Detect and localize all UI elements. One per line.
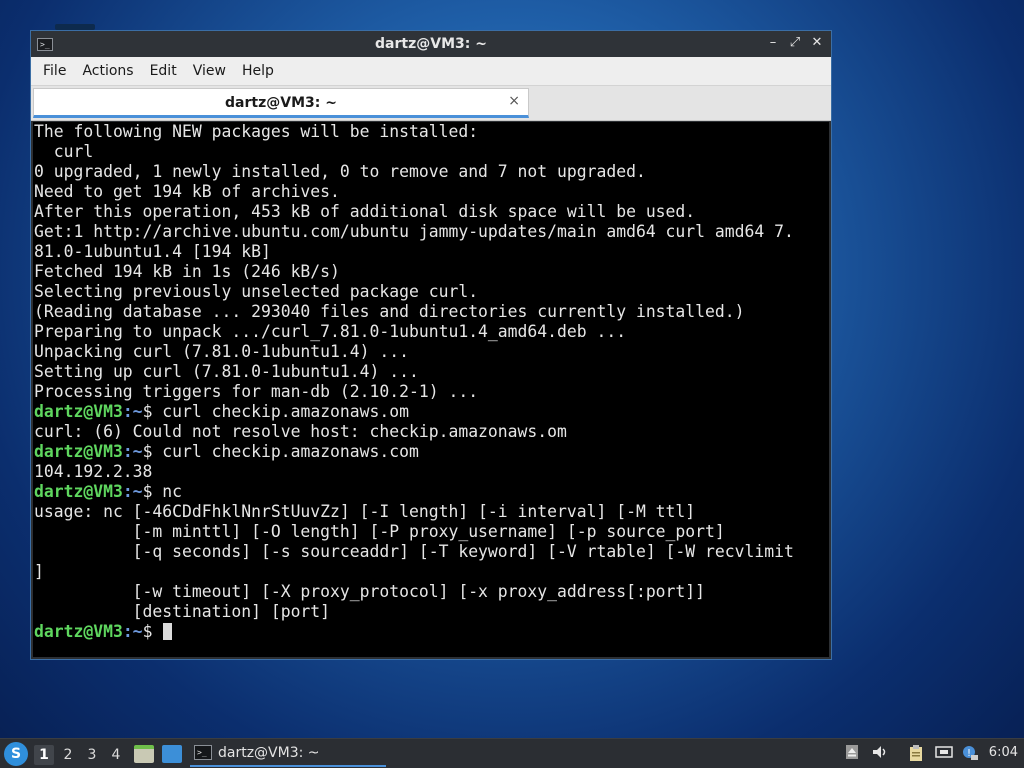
terminal-output-line: [-q seconds] [-s sourceaddr] [-T keyword… bbox=[34, 542, 794, 561]
tab-label: dartz@VM3: ~ bbox=[225, 95, 337, 111]
minimize-button[interactable]: – bbox=[765, 35, 781, 51]
clock[interactable]: 6:04 bbox=[989, 745, 1018, 760]
terminal-command-line: dartz@VM3:~$ curl checkip.amazonaws.om bbox=[33, 402, 829, 422]
command-text: curl checkip.amazonaws.om bbox=[152, 402, 410, 421]
window-title: dartz@VM3: ~ bbox=[375, 36, 487, 52]
terminal-output-line: 104.192.2.38 bbox=[34, 462, 153, 481]
terminal-output-line: Processing triggers for man-db (2.10.2-1… bbox=[34, 382, 479, 401]
prompt-sign: $ bbox=[142, 482, 153, 501]
terminal-output-line: [-w timeout] [-X proxy_protocol] [-x pro… bbox=[34, 582, 706, 601]
updates-icon[interactable]: ! bbox=[960, 744, 980, 764]
prompt-sign: $ bbox=[142, 402, 153, 421]
terminal-output-line: Need to get 194 kB of archives. bbox=[34, 182, 340, 201]
terminal-icon: >_ bbox=[194, 745, 212, 760]
prompt-user: dartz@VM3 bbox=[34, 482, 123, 501]
eject-icon[interactable] bbox=[844, 744, 860, 764]
terminal-command-line: dartz@VM3:~$ curl checkip.amazonaws.com bbox=[33, 442, 829, 462]
workspace-1[interactable]: 1 bbox=[34, 745, 54, 765]
volume-icon[interactable] bbox=[870, 744, 890, 764]
svg-text:!: ! bbox=[967, 748, 971, 759]
terminal-output-line: Preparing to unpack .../curl_7.81.0-1ubu… bbox=[34, 322, 627, 341]
network-icon[interactable] bbox=[934, 744, 954, 764]
prompt-path: :~ bbox=[122, 442, 143, 461]
terminal-output-line: curl bbox=[34, 142, 94, 161]
command-text: curl checkip.amazonaws.com bbox=[152, 442, 419, 461]
file-manager-icon[interactable] bbox=[134, 745, 154, 763]
terminal-output-line: usage: nc [-46CDdFhklNnrStUuvZz] [-I len… bbox=[34, 502, 696, 521]
terminal-output-line: Setting up curl (7.81.0-1ubuntu1.4) ... bbox=[34, 362, 419, 381]
tab-bar: dartz@VM3: ~ × bbox=[31, 86, 831, 121]
prompt-user: dartz@VM3 bbox=[34, 622, 123, 641]
terminal-output-line: (Reading database ... 293040 files and d… bbox=[34, 302, 745, 321]
menu-help[interactable]: Help bbox=[234, 63, 282, 79]
taskbar-terminal-button[interactable]: >_ dartz@VM3: ~ bbox=[190, 740, 386, 767]
terminal-output-line: ] bbox=[34, 562, 44, 581]
prompt-user: dartz@VM3 bbox=[34, 442, 123, 461]
workspace-4[interactable]: 4 bbox=[106, 745, 126, 765]
maximize-button[interactable]: ⤢ bbox=[787, 35, 803, 51]
menu-file[interactable]: File bbox=[35, 63, 74, 79]
show-desktop-icon[interactable] bbox=[162, 745, 182, 763]
prompt-path: :~ bbox=[122, 482, 143, 501]
task-label: dartz@VM3: ~ bbox=[218, 744, 320, 761]
tab-close-icon[interactable]: × bbox=[508, 93, 520, 109]
prompt-path: :~ bbox=[122, 622, 143, 641]
prompt-sign: $ bbox=[142, 622, 153, 641]
terminal-output-line: [-m minttl] [-O length] [-P proxy_userna… bbox=[34, 522, 725, 541]
terminal-output-line: The following NEW packages will be insta… bbox=[34, 122, 479, 141]
workspace-2[interactable]: 2 bbox=[58, 745, 78, 765]
terminal-output-line: 0 upgraded, 1 newly installed, 0 to remo… bbox=[34, 162, 646, 181]
terminal-output[interactable]: The following NEW packages will be insta… bbox=[33, 122, 829, 657]
terminal-command-line: dartz@VM3:~$ nc bbox=[33, 482, 829, 502]
menu-view[interactable]: View bbox=[185, 63, 234, 79]
terminal-output-line: Selecting previously unselected package … bbox=[34, 282, 479, 301]
workspace-3[interactable]: 3 bbox=[82, 745, 102, 765]
tab-terminal[interactable]: dartz@VM3: ~ × bbox=[33, 88, 529, 118]
terminal-output-line: Fetched 194 kB in 1s (246 kB/s) bbox=[34, 262, 340, 281]
terminal-output-line: [destination] [port] bbox=[34, 602, 331, 621]
terminal-window: >_ dartz@VM3: ~ – ⤢ ✕ File Actions Edit … bbox=[30, 30, 832, 660]
command-text bbox=[152, 622, 162, 641]
prompt-sign: $ bbox=[142, 442, 153, 461]
start-menu-icon[interactable]: S bbox=[4, 742, 28, 766]
menu-edit[interactable]: Edit bbox=[142, 63, 185, 79]
terminal-output-line: After this operation, 453 kB of addition… bbox=[34, 202, 696, 221]
terminal-app-icon: >_ bbox=[37, 37, 53, 51]
text-cursor bbox=[163, 623, 173, 640]
title-bar[interactable]: >_ dartz@VM3: ~ – ⤢ ✕ bbox=[31, 31, 831, 57]
taskbar: S 1 2 3 4 >_ dartz@VM3: ~ ! 6:04 bbox=[0, 738, 1024, 768]
terminal-output-line: Unpacking curl (7.81.0-1ubuntu1.4) ... bbox=[34, 342, 409, 361]
prompt-path: :~ bbox=[122, 402, 143, 421]
window-controls: – ⤢ ✕ bbox=[765, 35, 825, 51]
clipboard-icon[interactable] bbox=[906, 744, 926, 764]
command-text: nc bbox=[152, 482, 183, 501]
menu-actions[interactable]: Actions bbox=[74, 63, 141, 79]
terminal-output-line: curl: (6) Could not resolve host: checki… bbox=[34, 422, 567, 441]
close-button[interactable]: ✕ bbox=[809, 35, 825, 51]
prompt-user: dartz@VM3 bbox=[34, 402, 123, 421]
menu-bar: File Actions Edit View Help bbox=[31, 57, 831, 86]
terminal-command-line: dartz@VM3:~$ bbox=[33, 622, 829, 642]
terminal-output-line: 81.0-1ubuntu1.4 [194 kB] bbox=[34, 242, 271, 261]
terminal-output-line: Get:1 http://archive.ubuntu.com/ubuntu j… bbox=[34, 222, 794, 241]
